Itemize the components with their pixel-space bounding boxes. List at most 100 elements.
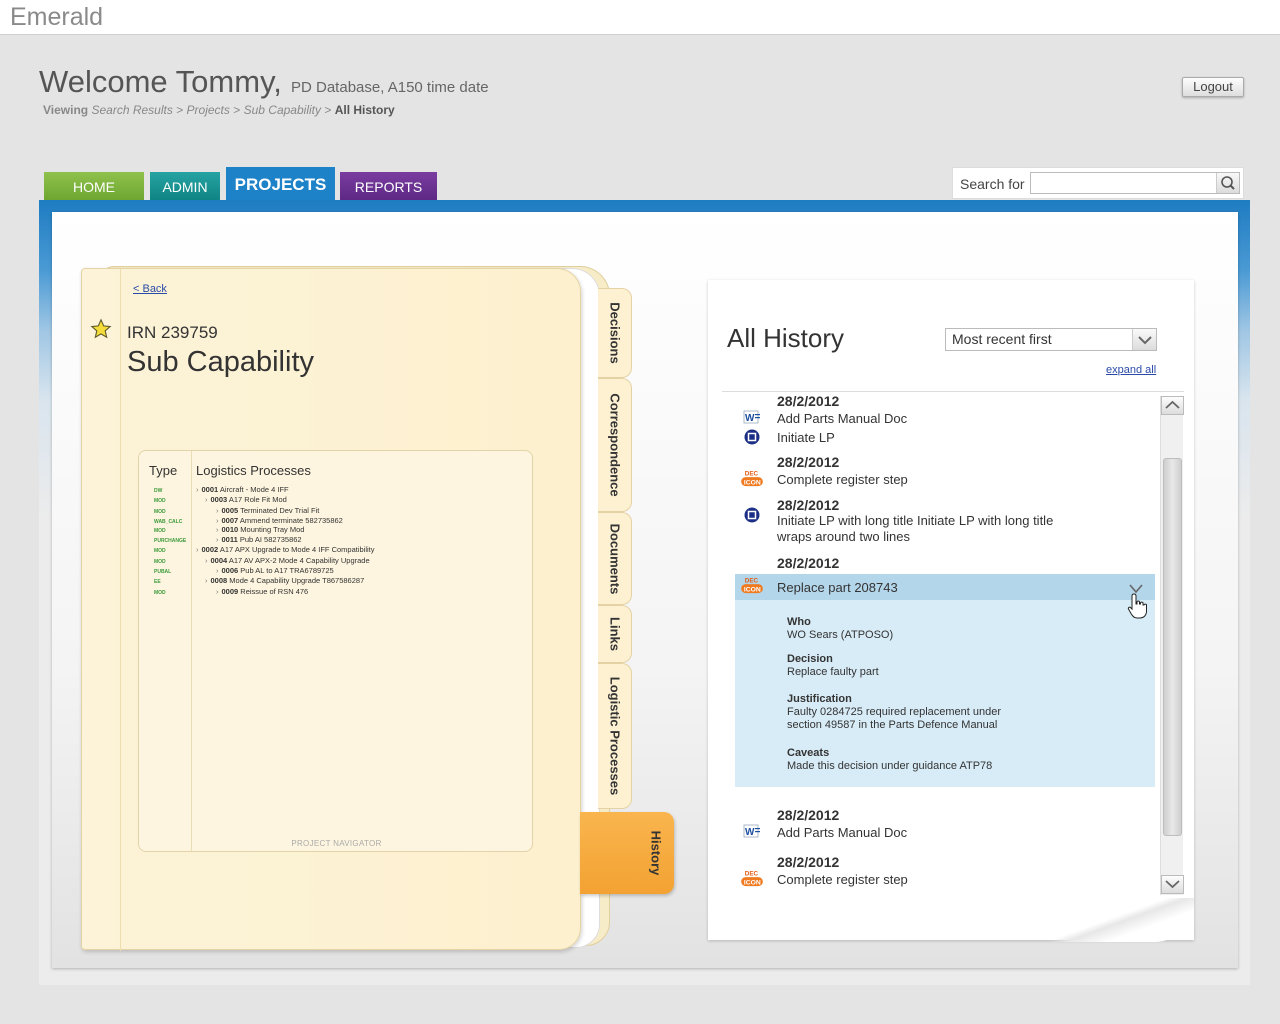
search-button[interactable]: [1216, 173, 1239, 193]
history-date: 28/2/2012: [777, 393, 840, 409]
tab-reports[interactable]: REPORTS: [340, 172, 437, 200]
scroll-down-button[interactable]: [1161, 875, 1184, 894]
svg-text:DEC: DEC: [745, 577, 759, 584]
word-document-icon: W: [743, 824, 760, 838]
search-box: Search for: [952, 167, 1244, 199]
page-curl: [1030, 898, 1194, 942]
history-date: 28/2/2012: [777, 555, 840, 571]
tree-item[interactable]: › 0003 A17 Role Fit Mod: [205, 495, 287, 504]
type-tag: MOD: [154, 590, 166, 596]
tree-item[interactable]: › 0010 Mounting Tray Mod: [216, 525, 304, 534]
search-icon: [1221, 176, 1235, 190]
logout-button[interactable]: Logout: [1182, 77, 1244, 97]
tree-item[interactable]: › 0009 Reissue of RSN 476: [216, 587, 308, 596]
decision-icon: DEC ICON: [741, 470, 763, 486]
side-tab-logistic-processes[interactable]: Logistic Processes: [598, 663, 632, 809]
type-tag: PURCHANGE: [154, 538, 187, 544]
tree-item[interactable]: › 0006 Pub AL to A17 TRA6789725: [216, 566, 334, 575]
history-item[interactable]: Complete register step: [777, 872, 908, 888]
type-tag: PUBAL: [154, 569, 172, 575]
breadcrumb-current: All History: [334, 103, 395, 117]
process-icon: [744, 507, 760, 523]
history-item[interactable]: Initiate LP with long title Initiate LP …: [777, 513, 1067, 545]
side-tab-history[interactable]: History: [580, 812, 674, 894]
history-date: 28/2/2012: [777, 454, 840, 470]
svg-text:DEC: DEC: [745, 470, 759, 477]
type-tag: DW: [154, 488, 163, 494]
brand-logo: Emerald: [10, 3, 104, 31]
breadcrumb-search-results[interactable]: Search Results: [91, 103, 172, 117]
history-date: 28/2/2012: [777, 854, 840, 870]
tree-item[interactable]: › 0007 Ammend terminate 582735862: [216, 516, 343, 525]
type-tag: WAB_CALC: [154, 519, 183, 525]
tab-home[interactable]: HOME: [44, 172, 144, 200]
navigator-footer: PROJECT NAVIGATOR: [291, 839, 382, 848]
svg-text:W: W: [745, 413, 755, 424]
tree-item[interactable]: › 0002 A17 APX Upgrade to Mode 4 IFF Comp…: [196, 545, 375, 554]
project-irn: IRN 239759: [127, 323, 218, 342]
tab-projects[interactable]: PROJECTS: [226, 167, 335, 201]
decision-icon: DEC ICON: [741, 870, 763, 886]
history-item[interactable]: Add Parts Manual Doc: [777, 825, 907, 841]
scroll-up-button[interactable]: [1161, 396, 1184, 415]
decision-icon: DEC ICON: [741, 577, 763, 593]
tree-item[interactable]: › 0011 Pub AI 582735862: [216, 535, 302, 544]
breadcrumb-viewing: Viewing: [43, 103, 89, 117]
detail-justification-label: Justification: [787, 693, 852, 705]
back-link[interactable]: < Back: [133, 283, 167, 295]
welcome-title: Welcome Tommy,: [39, 64, 282, 99]
search-label: Search for: [960, 176, 1025, 192]
history-item[interactable]: Complete register step: [777, 472, 908, 488]
favorite-star-icon[interactable]: [90, 318, 112, 340]
svg-text:ICON: ICON: [744, 879, 761, 886]
history-item[interactable]: Replace part 208743: [777, 580, 898, 596]
word-document-icon: W: [743, 410, 760, 424]
svg-text:ICON: ICON: [744, 586, 761, 593]
type-tag: MOD: [154, 559, 166, 565]
breadcrumb: Viewing Search Results > Projects > Sub …: [43, 103, 395, 117]
welcome-subtitle: PD Database, A150 time date: [291, 79, 489, 96]
history-item[interactable]: Initiate LP: [777, 430, 835, 446]
detail-caveats: Made this decision under guidance ATP78: [787, 760, 993, 772]
sort-select[interactable]: Most recent first: [945, 328, 1157, 351]
side-tab-decisions[interactable]: Decisions: [598, 288, 632, 378]
history-date: 28/2/2012: [777, 497, 840, 513]
expand-all-link[interactable]: expand all: [1106, 364, 1156, 376]
sort-select-value: Most recent first: [952, 331, 1052, 347]
breadcrumb-sub-capability[interactable]: Sub Capability: [244, 103, 321, 117]
detail-caveats-label: Caveats: [787, 747, 830, 759]
svg-text:ICON: ICON: [744, 479, 761, 486]
top-bar: Emerald: [0, 0, 1280, 35]
detail-justification: Faulty 0284725 required replacement unde…: [787, 706, 1002, 731]
side-tab-correspondence[interactable]: Correspondence: [598, 378, 632, 512]
project-title: Sub Capability: [127, 346, 314, 378]
project-navigator: Type Logistics Processes DW MOD MOD WAB_…: [138, 450, 533, 852]
detail-decision: Replace faulty part: [787, 666, 879, 678]
detail-decision-label: Decision: [787, 653, 833, 665]
hand-cursor-icon: [1127, 593, 1147, 619]
search-input[interactable]: [1030, 172, 1240, 194]
chevron-up-icon: [1165, 400, 1180, 409]
history-date: 28/2/2012: [777, 807, 840, 823]
history-item[interactable]: Add Parts Manual Doc: [777, 411, 907, 427]
navigator-type-header: Type: [149, 463, 178, 478]
tree-item[interactable]: › 0001 Aircraft - Mode 4 IFF: [196, 485, 289, 494]
history-scrollbar[interactable]: [1160, 396, 1184, 895]
side-tab-documents[interactable]: Documents: [598, 512, 632, 605]
type-tag: EE: [154, 579, 161, 585]
breadcrumb-separator: >: [324, 103, 332, 117]
tree-item[interactable]: › 0008 Mode 4 Capability Upgrade T8675862…: [205, 576, 364, 585]
chevron-down-icon[interactable]: [1132, 329, 1156, 350]
detail-who-label: Who: [787, 616, 811, 628]
scroll-thumb[interactable]: [1163, 458, 1182, 836]
type-tag: MOD: [154, 528, 166, 534]
tree-item[interactable]: › 0005 Terminated Dev Trial Fit: [216, 506, 319, 515]
breadcrumb-separator: >: [176, 103, 184, 117]
breadcrumb-projects[interactable]: Projects: [187, 103, 230, 117]
tab-admin[interactable]: ADMIN: [150, 172, 220, 200]
tree-item[interactable]: › 0004 A17 AV APX-2 Mode 4 Capability Upg…: [205, 556, 370, 565]
history-title: All History: [727, 323, 845, 353]
chevron-down-icon: [1165, 880, 1180, 889]
type-tag: MOD: [154, 498, 166, 504]
side-tab-links[interactable]: Links: [598, 605, 632, 663]
